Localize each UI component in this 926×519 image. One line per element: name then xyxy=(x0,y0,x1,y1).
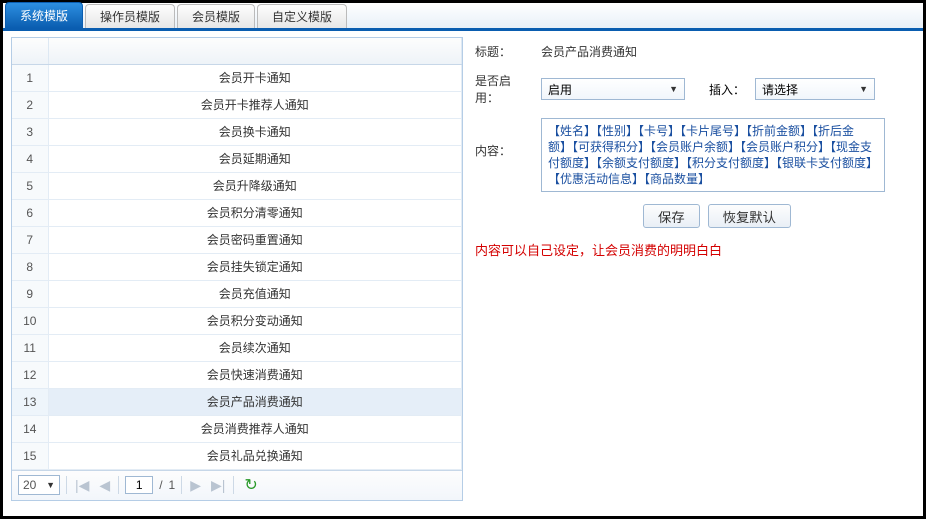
insert-label: 插入： xyxy=(709,81,745,98)
row-name: 会员开卡推荐人通知 xyxy=(48,91,462,118)
table-row[interactable]: 3会员换卡通知 xyxy=(12,118,462,145)
row-name: 会员消费推荐人通知 xyxy=(48,415,462,442)
save-button[interactable]: 保存 xyxy=(643,204,700,228)
row-name: 会员积分清零通知 xyxy=(48,199,462,226)
table-row[interactable]: 1会员开卡通知 xyxy=(12,64,462,91)
row-index: 15 xyxy=(12,442,48,469)
insert-value: 请选择 xyxy=(762,81,798,98)
row-index: 9 xyxy=(12,280,48,307)
pager-sep: / xyxy=(159,478,162,492)
row-index: 2 xyxy=(12,91,48,118)
row-name: 会员充值通知 xyxy=(48,280,462,307)
content-textarea[interactable]: 【姓名】【性别】【卡号】【卡片尾号】【折前金额】【折后金额】【可获得积分】【会员… xyxy=(541,118,885,192)
tab-custom-template[interactable]: 自定义模版 xyxy=(257,4,347,28)
col-index xyxy=(12,38,48,64)
row-index: 14 xyxy=(12,415,48,442)
table-row[interactable]: 11会员续次通知 xyxy=(12,334,462,361)
page-size-value: 20 xyxy=(23,478,36,492)
enable-value: 启用 xyxy=(548,81,572,98)
row-index: 13 xyxy=(12,388,48,415)
hint-text: 内容可以自己设定，让会员消费的明明白白 xyxy=(471,234,915,265)
row-index: 11 xyxy=(12,334,48,361)
tab-operator-template[interactable]: 操作员模版 xyxy=(85,4,175,28)
row-name: 会员产品消费通知 xyxy=(48,388,462,415)
tab-bar: 系统模版 操作员模版 会员模版 自定义模版 xyxy=(3,3,923,31)
pager-first-icon[interactable]: |◀ xyxy=(73,477,91,494)
pager-last-icon[interactable]: ▶| xyxy=(209,477,227,494)
restore-default-button[interactable]: 恢复默认 xyxy=(708,204,791,228)
insert-select[interactable]: 请选择 ▼ xyxy=(755,78,875,100)
table-row[interactable]: 7会员密码重置通知 xyxy=(12,226,462,253)
table-row[interactable]: 6会员积分清零通知 xyxy=(12,199,462,226)
row-index: 7 xyxy=(12,226,48,253)
col-name xyxy=(48,38,462,64)
row-name: 会员换卡通知 xyxy=(48,118,462,145)
row-name: 会员挂失锁定通知 xyxy=(48,253,462,280)
row-name: 会员续次通知 xyxy=(48,334,462,361)
row-index: 10 xyxy=(12,307,48,334)
pager-next-icon[interactable]: ▶ xyxy=(188,477,203,494)
enable-label: 是否启用： xyxy=(475,72,531,106)
table-row[interactable]: 5会员升降级通知 xyxy=(12,172,462,199)
enable-select[interactable]: 启用 ▼ xyxy=(541,78,685,100)
tab-member-template[interactable]: 会员模版 xyxy=(177,4,255,28)
pager-page-input[interactable] xyxy=(125,476,153,494)
row-name: 会员快速消费通知 xyxy=(48,361,462,388)
table-row[interactable]: 4会员延期通知 xyxy=(12,145,462,172)
content-label: 内容： xyxy=(475,118,531,159)
row-name: 会员开卡通知 xyxy=(48,64,462,91)
row-index: 6 xyxy=(12,199,48,226)
table-row[interactable]: 10会员积分变动通知 xyxy=(12,307,462,334)
title-value: 会员产品消费通知 xyxy=(541,43,637,60)
refresh-icon[interactable]: ↻ xyxy=(244,475,257,495)
table-row[interactable]: 13会员产品消费通知 xyxy=(12,388,462,415)
row-index: 4 xyxy=(12,145,48,172)
pager: 20 ▼ |◀ ◀ / 1 ▶ ▶| ↻ xyxy=(12,470,462,500)
table-row[interactable]: 14会员消费推荐人通知 xyxy=(12,415,462,442)
row-name: 会员密码重置通知 xyxy=(48,226,462,253)
row-name: 会员升降级通知 xyxy=(48,172,462,199)
caret-down-icon: ▼ xyxy=(669,84,678,94)
template-table: 1会员开卡通知2会员开卡推荐人通知3会员换卡通知4会员延期通知5会员升降级通知6… xyxy=(12,38,462,470)
row-index: 5 xyxy=(12,172,48,199)
tab-system-template[interactable]: 系统模版 xyxy=(5,2,83,28)
caret-down-icon: ▼ xyxy=(859,84,868,94)
title-label: 标题： xyxy=(475,43,531,60)
template-list-panel: 1会员开卡通知2会员开卡推荐人通知3会员换卡通知4会员延期通知5会员升降级通知6… xyxy=(11,37,463,501)
page-size-selector[interactable]: 20 ▼ xyxy=(18,475,60,495)
pager-total: 1 xyxy=(169,478,176,492)
row-index: 3 xyxy=(12,118,48,145)
row-name: 会员积分变动通知 xyxy=(48,307,462,334)
row-name: 会员延期通知 xyxy=(48,145,462,172)
row-index: 8 xyxy=(12,253,48,280)
form-panel: 标题： 会员产品消费通知 是否启用： 启用 ▼ 插入： 请选择 ▼ 内容： 【姓… xyxy=(471,37,915,501)
caret-down-icon: ▼ xyxy=(46,480,55,490)
table-row[interactable]: 9会员充值通知 xyxy=(12,280,462,307)
row-index: 12 xyxy=(12,361,48,388)
table-row[interactable]: 15会员礼品兑换通知 xyxy=(12,442,462,469)
table-row[interactable]: 12会员快速消费通知 xyxy=(12,361,462,388)
row-index: 1 xyxy=(12,64,48,91)
table-row[interactable]: 8会员挂失锁定通知 xyxy=(12,253,462,280)
table-row[interactable]: 2会员开卡推荐人通知 xyxy=(12,91,462,118)
pager-prev-icon[interactable]: ◀ xyxy=(97,477,112,494)
row-name: 会员礼品兑换通知 xyxy=(48,442,462,469)
